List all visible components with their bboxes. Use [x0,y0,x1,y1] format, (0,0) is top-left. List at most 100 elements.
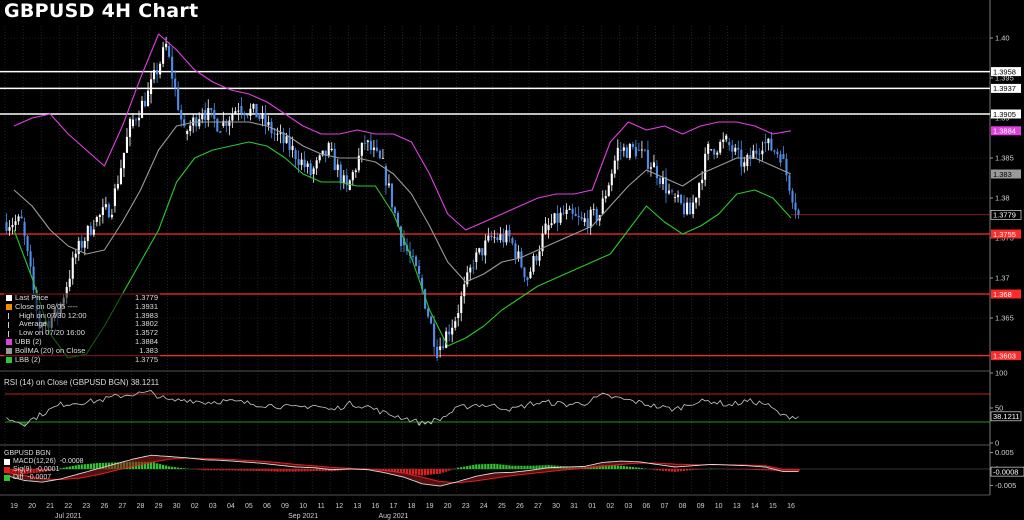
candle-body [710,149,713,151]
x-tick-label: 04 [227,503,235,510]
macd-legend-value: -0.0007 [27,474,52,481]
macd-legend-label: MACD(12,26) [13,458,56,465]
candle-body [436,346,439,359]
candle-body [640,149,643,151]
candle-body [427,308,430,317]
candle-body [8,227,11,231]
macd-legend-value: -0.0001 [35,466,60,473]
candle-body [628,144,631,158]
down-tick-icon [8,330,15,337]
x-tick-label: 08 [679,503,687,510]
candle-body [336,164,339,171]
legend-row: UBB (2) 1.3884 [6,337,158,347]
chart-canvas: 19 20 21 22 23 26 27 28 29 30 02 03 04 05 06 09 10 11 12 13… [0,0,1024,520]
candle-body [508,230,511,237]
x-tick-label: 02 [606,503,614,510]
candle-body [487,235,490,241]
legend-swatch-icon [4,467,10,473]
candle-body [210,108,213,110]
candle-body [369,140,372,150]
candle-body [767,138,770,144]
candle-body [171,56,174,79]
candle-body [547,225,550,230]
x-tick-label: 09 [281,503,289,510]
candle-body [782,154,785,159]
candle-body [692,202,695,214]
candle-body [737,147,740,150]
candle-body [484,240,487,256]
candle-body [794,202,797,211]
x-tick-label: 22 [64,503,72,510]
x-tick-label: 30 [173,503,181,510]
candle-body [342,175,345,184]
candle-body [686,202,689,215]
month-label: Aug 2021 [378,513,408,520]
legend-label: Average [19,320,47,329]
candle-body [68,278,71,287]
candle-body [186,130,189,134]
level-label: 1.3905 [993,110,1016,119]
candle-body [544,223,547,234]
candle-body [261,113,264,119]
x-tick-label: 09 [697,503,705,510]
x-tick-label: 15 [769,503,777,510]
x-tick-label: 16 [787,503,795,510]
candle-body [119,168,122,184]
rsi-y-tick-label: 100 [995,369,1008,378]
candle-body [631,144,634,148]
candle-body [556,213,559,223]
candle-body [29,251,32,267]
candle-body [658,178,662,184]
candle-body [360,142,363,156]
candle-body [77,240,80,254]
candle-body [535,256,538,261]
candle-body [122,152,126,169]
y-tick-label: 1.385 [995,154,1014,163]
macd-legend: GBPUSD BGN MACD(12,26) -0.0008 Sig(9) -0.00… [4,450,84,482]
candle-body [294,150,297,160]
x-tick-label: 27 [534,503,542,510]
x-tick-label: 19 [426,503,434,510]
candle-body [758,153,761,155]
candle-body [788,175,791,191]
candle-body [110,214,113,218]
x-tick-label: 12 [335,503,343,510]
macd-value-tag: -0.0008 [993,467,1018,476]
y-tick-label: 1.365 [995,314,1014,323]
x-tick-label: 06 [263,503,271,510]
candle-body [255,103,258,118]
candle-body [339,164,342,184]
x-tick-label: 23 [462,503,470,510]
macd-y-tick-label: 0.005 [995,448,1014,457]
candle-body [134,119,138,121]
x-tick-label: 02 [191,503,199,510]
candle-body [746,155,749,166]
candle-body [258,114,261,119]
legend-label: LBB (2) [15,355,41,364]
candle-body [604,196,607,199]
candle-body [457,313,460,318]
candle-body [116,183,119,189]
x-tick-label: 14 [751,503,759,510]
candle-body [131,119,135,126]
x-tick-label: 03 [209,503,217,510]
candle-body [20,216,23,219]
candle-body [565,209,568,214]
candle-body [14,221,17,226]
candle-body [192,117,195,126]
candle-body [520,251,523,268]
candle-body [381,158,384,159]
candle-body [26,236,29,252]
x-tick-label: 05 [245,503,253,510]
candle-body [646,150,649,169]
candle-body [755,150,758,154]
candle-body [318,155,321,161]
candle-body [74,253,77,258]
candle-body [731,145,734,152]
candle-body [673,197,677,199]
candle-body [695,197,698,203]
magenta-square-icon [6,339,12,346]
candle-body [574,213,577,216]
x-tick-label: 28 [137,503,145,510]
candle-body [643,149,646,151]
